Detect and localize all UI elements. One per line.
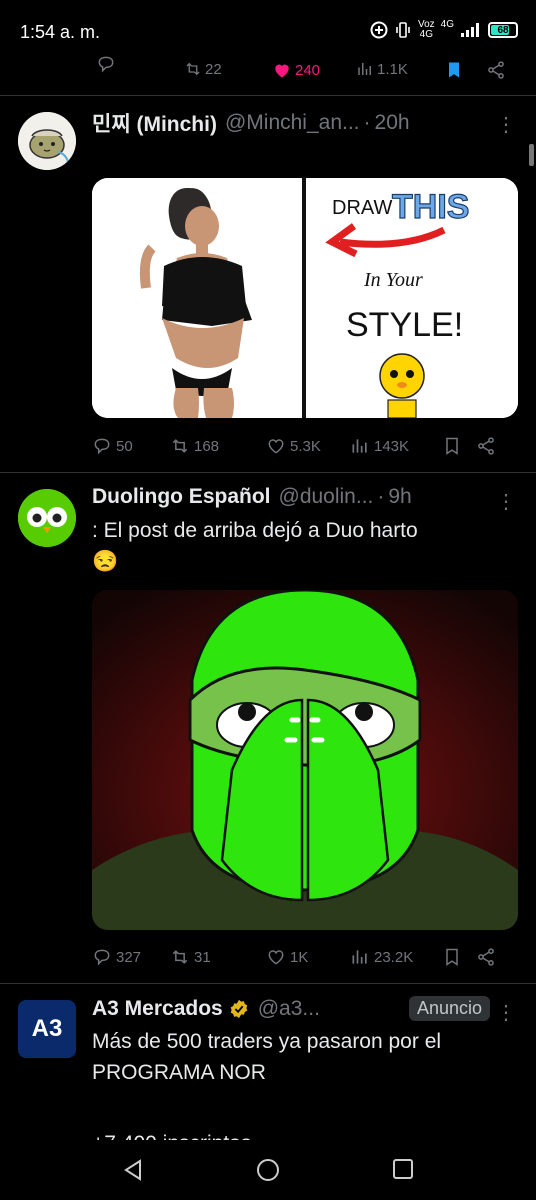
heart-icon (268, 950, 284, 965)
heart-filled-icon (275, 64, 289, 78)
tweet-actions: 50 168 5.3K 143K (92, 436, 512, 456)
retweet-icon (172, 439, 188, 453)
display-name[interactable]: A3 Mercados (92, 997, 223, 1021)
views-icon (358, 63, 371, 75)
more-options-icon[interactable]: ⋮ (496, 489, 516, 514)
avatar[interactable]: A3 (18, 1000, 76, 1058)
tweet-time[interactable]: 20h (375, 111, 410, 135)
signal-icon (461, 23, 479, 37)
reply-icon (94, 438, 110, 455)
home-icon[interactable] (256, 1158, 280, 1182)
duo-image (92, 590, 518, 930)
share-icon (488, 61, 504, 79)
like-count: 1K (290, 948, 309, 966)
like-button[interactable]: 5.3K (266, 436, 350, 456)
recents-icon[interactable] (392, 1158, 414, 1180)
tweet-duolingo[interactable]: Duolingo Español @duolin... · 9h ⋮ : El … (0, 473, 536, 983)
drawing-image: DRAW THIS In Your STYLE! (92, 178, 518, 418)
svg-text:DRAW: DRAW (332, 197, 392, 219)
separator-dot: · (363, 111, 371, 134)
bookmark-button[interactable] (442, 436, 476, 456)
share-icon (478, 948, 494, 966)
retweet-count: 31 (194, 948, 211, 966)
tweet-header: Duolingo Español @duolin... · 9h (92, 485, 518, 509)
reply-icon[interactable] (96, 56, 116, 74)
tweet-media[interactable] (92, 590, 518, 930)
back-icon[interactable] (122, 1158, 144, 1182)
display-name[interactable]: 민찌 (Minchi) (92, 108, 217, 138)
prev-like-count: 240 (295, 61, 321, 79)
bookmark-button[interactable] (442, 947, 476, 967)
more-options-icon[interactable]: ⋮ (496, 1000, 516, 1025)
share-icon (478, 437, 494, 455)
reply-count: 50 (116, 437, 133, 455)
status-time: 1:54 a. m. (20, 22, 101, 42)
more-options-icon[interactable]: ⋮ (496, 112, 516, 137)
svg-text:THIS: THIS (392, 188, 469, 226)
tweet-minchi[interactable]: 민찌 (Minchi) @Minchi_an... · 20h ⋮ DRAW T… (0, 96, 536, 472)
heart-icon (268, 439, 284, 454)
add-circle-icon (370, 21, 388, 39)
system-nav-bar (0, 1140, 536, 1200)
share-button[interactable] (476, 436, 496, 456)
tweet-text: : El post de arriba dejó a Duo harto 😒 (92, 515, 518, 577)
retweet-count: 168 (194, 437, 220, 455)
prev-bookmark-button[interactable] (444, 60, 464, 80)
retweet-button[interactable]: 168 (170, 436, 266, 456)
tweet-actions: 327 31 1K 23.2K (92, 947, 512, 967)
tweet-header: 민찌 (Minchi) @Minchi_an... · 20h (92, 108, 518, 138)
face-emoji: 😒 (92, 550, 119, 573)
views-button[interactable]: 143K (350, 436, 442, 456)
reply-count: 327 (116, 948, 142, 966)
previous-tweet-actions: 22 240 1.1K (0, 56, 536, 90)
display-name[interactable]: Duolingo Español (92, 485, 271, 509)
svg-text:STYLE!: STYLE! (346, 306, 463, 344)
bookmark-icon (446, 437, 458, 455)
avatar[interactable] (18, 112, 76, 170)
views-button[interactable]: 23.2K (350, 947, 442, 967)
like-count: 5.3K (290, 437, 321, 455)
svg-text:In Your: In Your (363, 269, 423, 291)
bookmark-filled-icon (449, 62, 459, 78)
views-count: 23.2K (374, 948, 414, 966)
user-handle[interactable]: @Minchi_an... (225, 111, 360, 135)
views-icon (352, 950, 367, 964)
retweet-icon (186, 62, 200, 76)
tweet-text: Más de 500 traders ya pasaron por el PRO… (92, 1030, 442, 1084)
prev-retweet-button[interactable]: 22 (184, 60, 222, 78)
tweet-time[interactable]: 9h (388, 485, 411, 509)
reply-button[interactable]: 50 (92, 436, 170, 456)
prev-like-button[interactable]: 240 (272, 60, 320, 80)
reply-icon (94, 949, 110, 966)
avatar-logo-text: A3 (31, 1015, 63, 1042)
prev-views-button[interactable]: 1.1K (356, 60, 408, 78)
prev-views-count: 1.1K (377, 60, 408, 78)
share-button[interactable] (476, 947, 496, 967)
user-handle[interactable]: @duolin... (279, 485, 374, 509)
views-icon (352, 439, 367, 453)
voz-label: Voz 4G (417, 19, 435, 40)
avatar[interactable] (18, 489, 76, 547)
views-count: 143K (374, 437, 410, 455)
network-label: 4G (440, 19, 454, 30)
user-handle[interactable]: @a3... (258, 997, 320, 1021)
tweet-header: A3 Mercados @a3... Anuncio (92, 996, 518, 1021)
separator-dot: · (377, 485, 385, 508)
reply-button[interactable]: 327 (92, 947, 170, 967)
like-button[interactable]: 1K (266, 947, 350, 967)
battery-icon: 68 (488, 22, 518, 38)
vibrate-icon (396, 22, 410, 38)
verified-badge-icon (230, 999, 247, 1018)
retweet-icon (172, 950, 188, 964)
ad-badge: Anuncio (408, 996, 490, 1021)
prev-share-button[interactable] (486, 60, 506, 80)
prev-retweet-count: 22 (205, 60, 222, 78)
status-icons: Voz 4G 4G 68 (370, 20, 518, 40)
tweet-text-continued: +7.400 inscriptos (92, 1128, 518, 1140)
bookmark-icon (446, 948, 458, 966)
retweet-button[interactable]: 31 (170, 947, 266, 967)
tweet-a3-mercados-ad[interactable]: A3 A3 Mercados @a3... Anuncio ⋮ Más de 5… (0, 984, 536, 1140)
tweet-media[interactable]: DRAW THIS In Your STYLE! (92, 178, 518, 418)
status-bar: 1:54 a. m. Voz 4G 4G 68 (0, 0, 536, 62)
